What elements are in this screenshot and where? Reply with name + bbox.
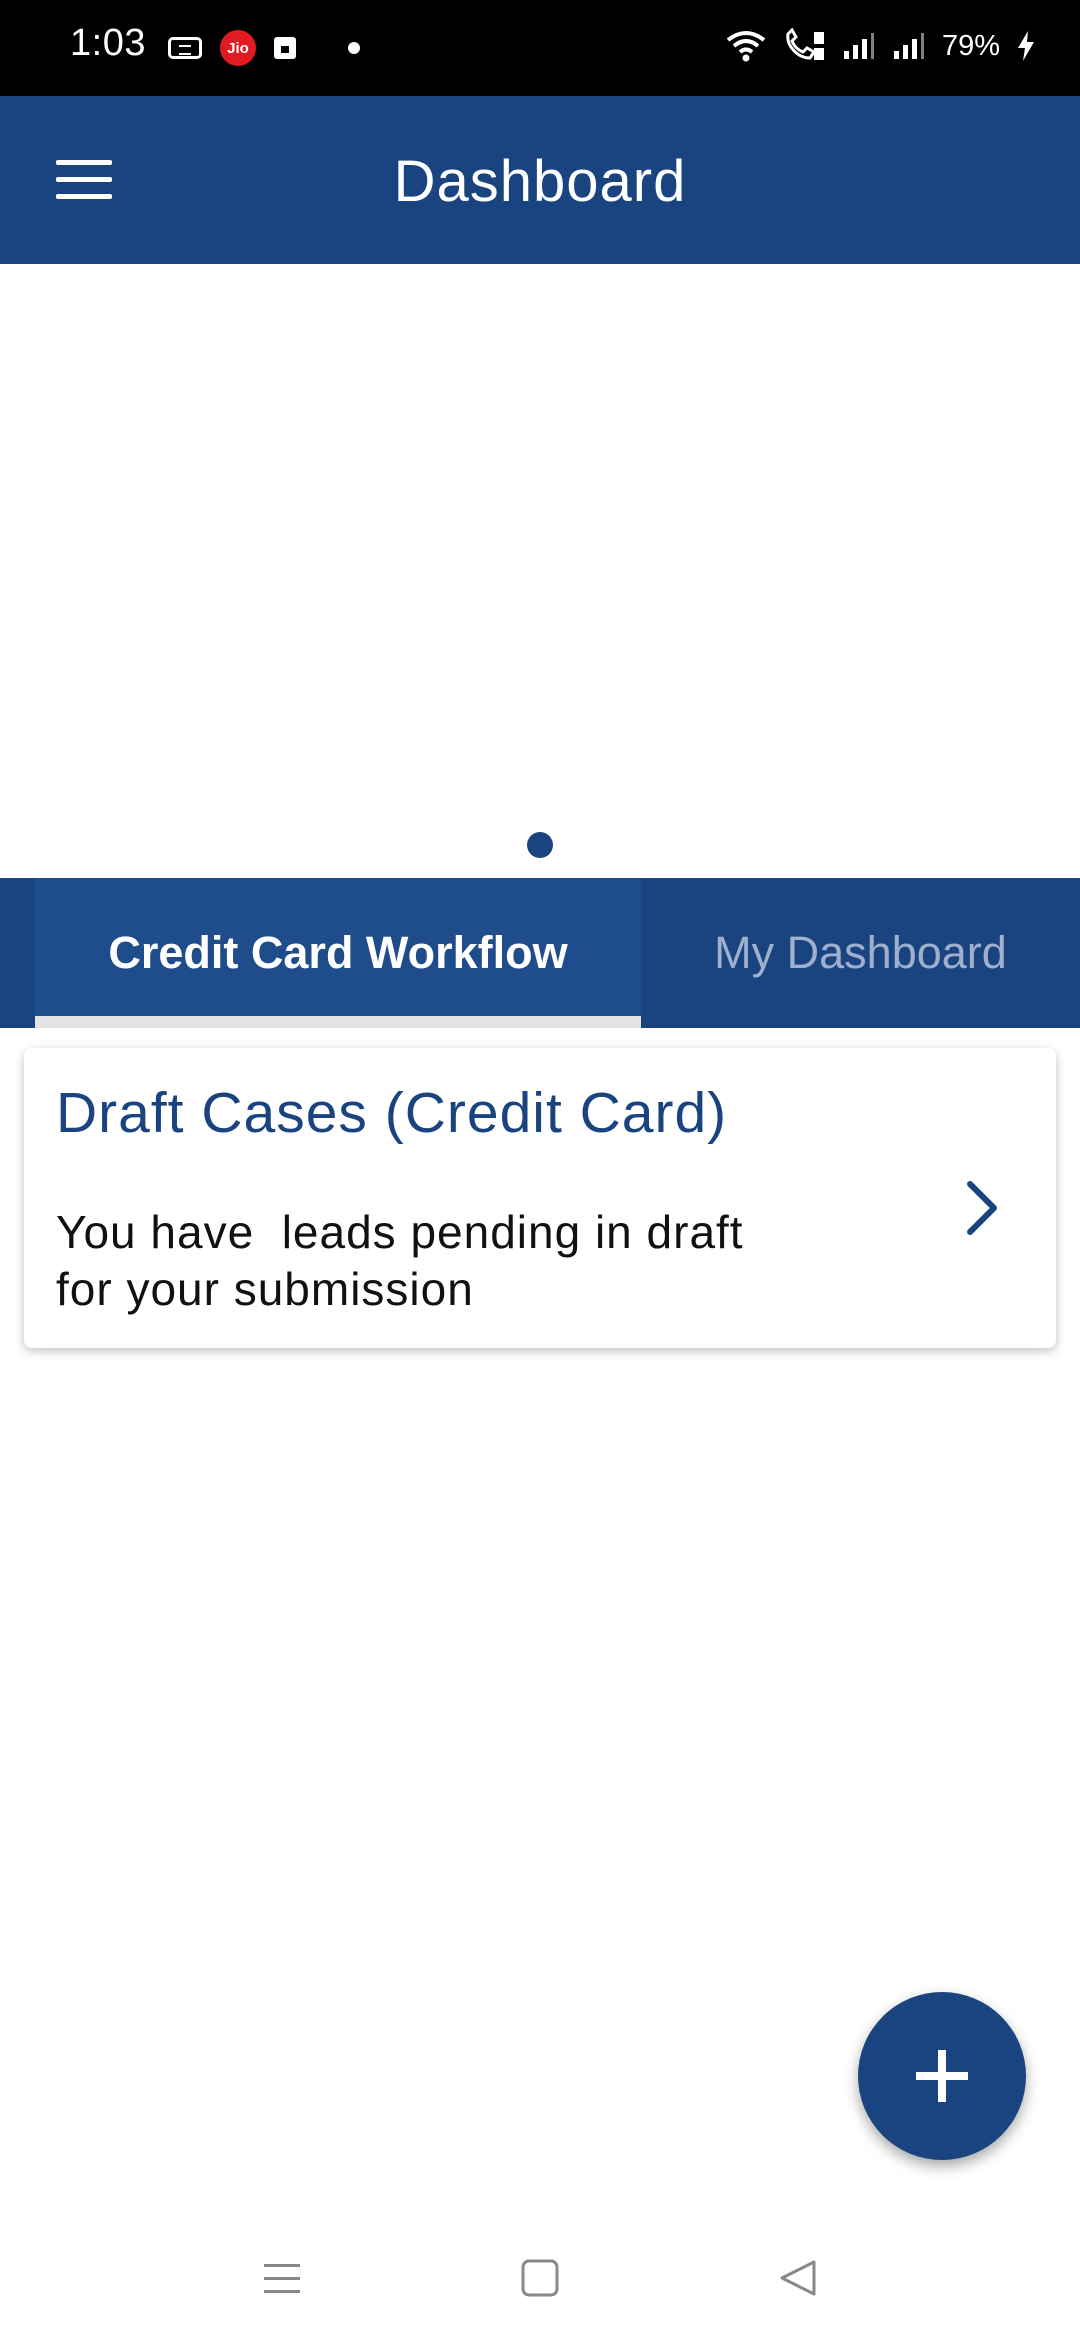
page-title: Dashboard [393, 149, 687, 214]
tab-selected-indicator [35, 1016, 641, 1028]
calendar-icon [274, 37, 296, 59]
banner-carousel[interactable] [0, 264, 1080, 878]
tab-credit-card-workflow[interactable]: Credit Card Workflow [35, 878, 641, 1028]
add-button[interactable] [858, 1992, 1026, 2160]
card-description: You have leads pending in draft for your… [56, 1206, 744, 1315]
card-icon [168, 37, 202, 59]
battery-text: 79% [941, 29, 1000, 62]
plus-icon [916, 2050, 968, 2102]
jio-icon: Jio [220, 30, 256, 66]
status-bar: 1:03 Jio 79% [0, 0, 1080, 96]
chevron-right-icon[interactable] [954, 1168, 1014, 1248]
system-nav-bar [0, 2220, 1080, 2340]
call-icon [786, 28, 824, 60]
back-icon[interactable] [778, 2258, 818, 2298]
tab-my-dashboard[interactable]: My Dashboard [641, 878, 1080, 1028]
tab-bar: Credit Card Workflow My Dashboard [0, 878, 1080, 1028]
charging-icon [1018, 31, 1034, 61]
signal-icon [893, 33, 924, 59]
notification-dot-icon [348, 42, 360, 54]
home-icon[interactable] [520, 2258, 560, 2298]
draft-cases-card[interactable]: Draft Cases (Credit Card) You have leads… [24, 1048, 1056, 1348]
signal-icon [843, 33, 874, 59]
status-right-icons: 79% [726, 28, 1036, 64]
status-time: 1:03 [70, 22, 146, 64]
recent-apps-icon[interactable] [262, 2258, 302, 2298]
carousel-page-indicator [527, 832, 553, 858]
card-title: Draft Cases (Credit Card) [56, 1081, 728, 1145]
app-bar: Dashboard [0, 96, 1080, 264]
wifi-icon [726, 31, 766, 62]
status-left-icons: Jio [168, 30, 360, 66]
